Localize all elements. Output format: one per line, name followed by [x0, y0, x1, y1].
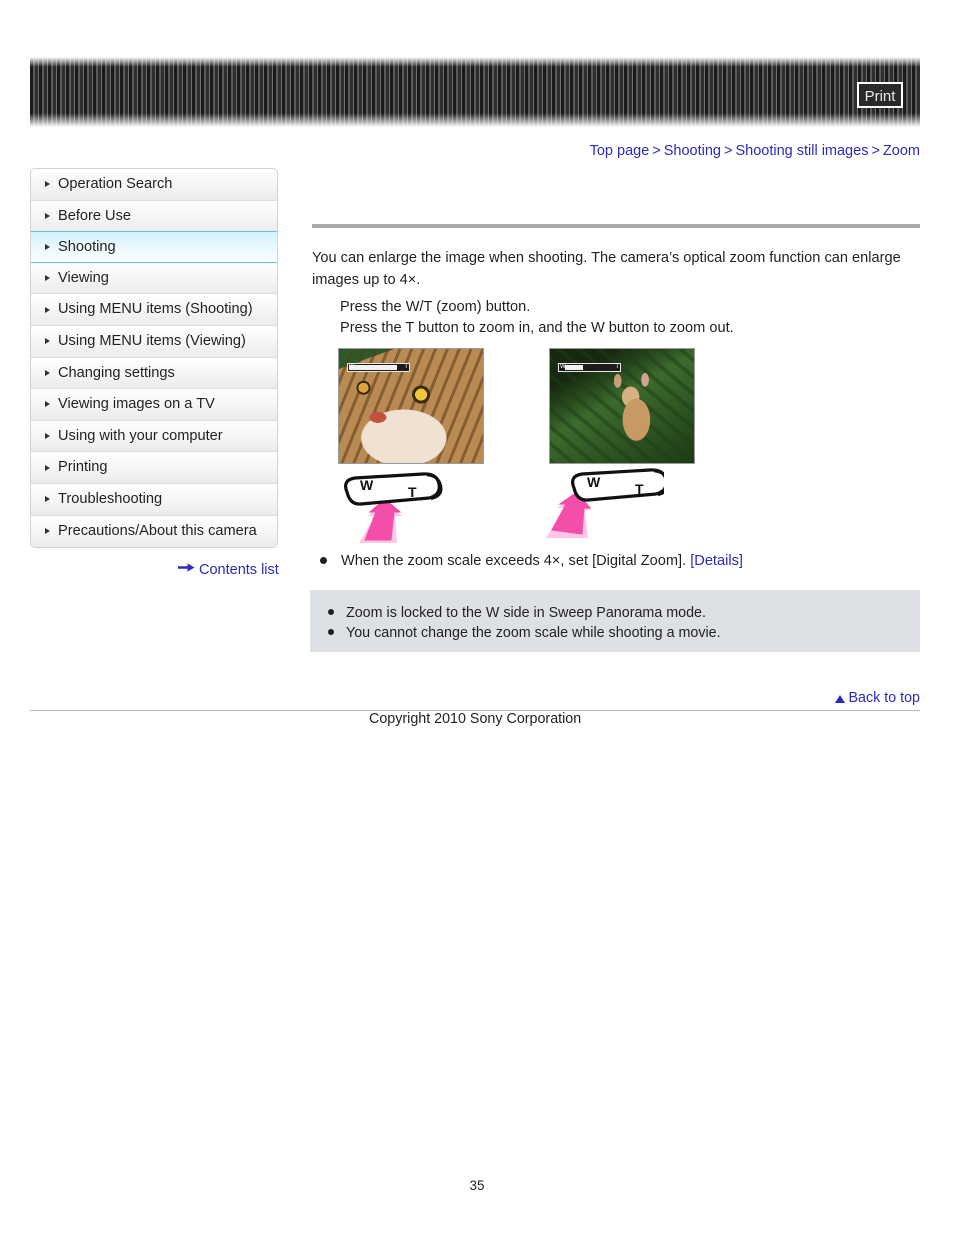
svg-text:W: W: [587, 474, 601, 490]
sidebar-item-label: Changing settings: [58, 364, 175, 381]
breadcrumb-item-shooting[interactable]: Shooting: [664, 143, 721, 159]
sidebar-item-label: Using MENU items (Viewing): [58, 332, 246, 349]
chevron-right-icon: [45, 212, 50, 219]
zoom-bar-w-label: W: [560, 364, 566, 370]
triangle-up-icon: [835, 695, 846, 703]
bullet-dot-icon: [328, 609, 334, 616]
sidebar-item-label: Troubleshooting: [58, 490, 163, 507]
sidebar-item-printing[interactable]: Printing: [31, 452, 277, 484]
note-row: You cannot change the zoom scale while s…: [328, 624, 920, 644]
sidebar-item-before-use[interactable]: Before Use: [31, 200, 277, 233]
notes-box: Zoom is locked to the W side in Sweep Pa…: [310, 590, 920, 652]
contents-list-label: Contents list: [199, 562, 279, 578]
breadcrumb-item-zoom[interactable]: Zoom: [883, 143, 920, 159]
photo-wide-cat: W T: [549, 348, 695, 464]
breadcrumb: Top page > Shooting > Shooting still images >…: [590, 143, 920, 159]
sidebar-item-label: Viewing: [58, 269, 109, 286]
sidebar-item-label: Printing: [58, 459, 108, 476]
svg-text:T: T: [635, 481, 644, 497]
breadcrumb-item-top-page[interactable]: Top page: [590, 143, 650, 159]
lead-paragraph: You can enlarge the image when shooting.…: [312, 250, 901, 288]
note-row: Zoom is locked to the W side in Sweep Pa…: [328, 604, 920, 624]
zoom-scale-fill: [349, 365, 397, 370]
sidebar-item-operation-search[interactable]: Operation Search: [31, 169, 277, 201]
breadcrumb-item-shooting-still-images[interactable]: Shooting still images: [735, 143, 868, 159]
instruction-steps: Press the W/T (zoom) button. Press the T…: [340, 297, 920, 339]
sidebar-item-using-menu-items-viewing[interactable]: Using MENU items (Viewing): [31, 325, 277, 358]
sidebar-item-precautions-about-this-camera[interactable]: Precautions/About this camera: [31, 515, 277, 548]
breadcrumb-separator: >: [723, 143, 733, 159]
zoom-bar-t-label: T: [615, 364, 619, 370]
bullet-dot-icon: [328, 628, 334, 635]
chevron-right-icon: [45, 401, 50, 408]
page-number: 35: [469, 1178, 485, 1193]
chevron-right-icon: [45, 464, 50, 471]
wt-button-illustration-wide: W T: [546, 468, 670, 543]
svg-text:T: T: [408, 484, 417, 500]
chevron-right-icon: [45, 181, 50, 188]
sidebar-item-viewing-images-on-a-tv[interactable]: Viewing images on a TV: [31, 389, 277, 421]
sidebar-item-label: Precautions/About this camera: [58, 522, 257, 539]
back-to-top-label: Back to top: [848, 690, 920, 706]
sidebar-item-label: Shooting: [58, 239, 116, 256]
pink-arrow-icon: [359, 498, 402, 543]
detail-bullet-text: When the zoom scale exceeds 4×, set [Dig…: [341, 553, 687, 569]
sidebar-item-viewing[interactable]: Viewing: [31, 262, 277, 295]
breadcrumb-separator: >: [652, 143, 661, 159]
zoom-bar-t-label: T: [404, 364, 408, 370]
wt-button-illustration-telephoto: W T: [335, 468, 453, 543]
chevron-right-icon: [45, 306, 50, 313]
bullet-dot-icon: [320, 556, 327, 564]
arrow-right-icon: [178, 561, 195, 577]
sidebar-navigation: Operation Search Before Use Shooting Vie…: [30, 168, 278, 549]
chevron-right-icon: [45, 433, 50, 440]
chevron-right-icon: [45, 496, 50, 503]
copyright-text: Copyright 2010 Sony Corporation: [369, 711, 582, 727]
back-to-top-link[interactable]: Back to top: [835, 690, 920, 706]
sidebar-item-label: Using MENU items (Shooting): [58, 301, 253, 318]
sidebar-item-troubleshooting[interactable]: Troubleshooting: [31, 483, 277, 516]
content-top-rule: [312, 224, 920, 228]
contents-list-link[interactable]: Contents list: [178, 562, 279, 578]
step-line-2: Press the T button to zoom in, and the W…: [340, 320, 734, 336]
sidebar-item-shooting[interactable]: Shooting: [31, 231, 277, 263]
sidebar-item-using-with-your-computer[interactable]: Using with your computer: [31, 420, 277, 453]
note-text: Zoom is locked to the W side in Sweep Pa…: [346, 605, 706, 621]
zoom-bar-w-label: W: [349, 364, 355, 370]
chevron-right-icon: [45, 243, 50, 250]
chevron-right-icon: [45, 275, 50, 282]
breadcrumb-separator: >: [871, 143, 880, 159]
zoom-scale-bar-telephoto: W T: [347, 363, 410, 372]
svg-text:W: W: [360, 477, 374, 493]
sidebar-item-changing-settings[interactable]: Changing settings: [31, 357, 277, 390]
header-banner: [30, 57, 920, 127]
print-button[interactable]: Print: [857, 82, 903, 108]
photo-telephoto-cat: W T: [338, 348, 484, 464]
chevron-right-icon: [45, 338, 50, 345]
zoom-scale-bar-wide: W T: [558, 363, 621, 372]
step-line-1: Press the W/T (zoom) button.: [340, 299, 531, 315]
sidebar-item-label: Using with your computer: [58, 427, 223, 444]
details-link[interactable]: [Details]: [690, 553, 743, 569]
chevron-right-icon: [45, 528, 50, 535]
sidebar-item-label: Before Use: [58, 207, 132, 224]
sidebar-item-label: Viewing images on a TV: [58, 396, 215, 413]
chevron-right-icon: [45, 369, 50, 376]
zoom-scale-fill: [565, 365, 583, 370]
sidebar-item-using-menu-items-shooting[interactable]: Using MENU items (Shooting): [31, 294, 277, 326]
note-text: You cannot change the zoom scale while s…: [346, 624, 721, 641]
sidebar-item-label: Operation Search: [58, 176, 173, 192]
detail-bullet-row: When the zoom scale exceeds 4×, set [Dig…: [320, 551, 743, 571]
